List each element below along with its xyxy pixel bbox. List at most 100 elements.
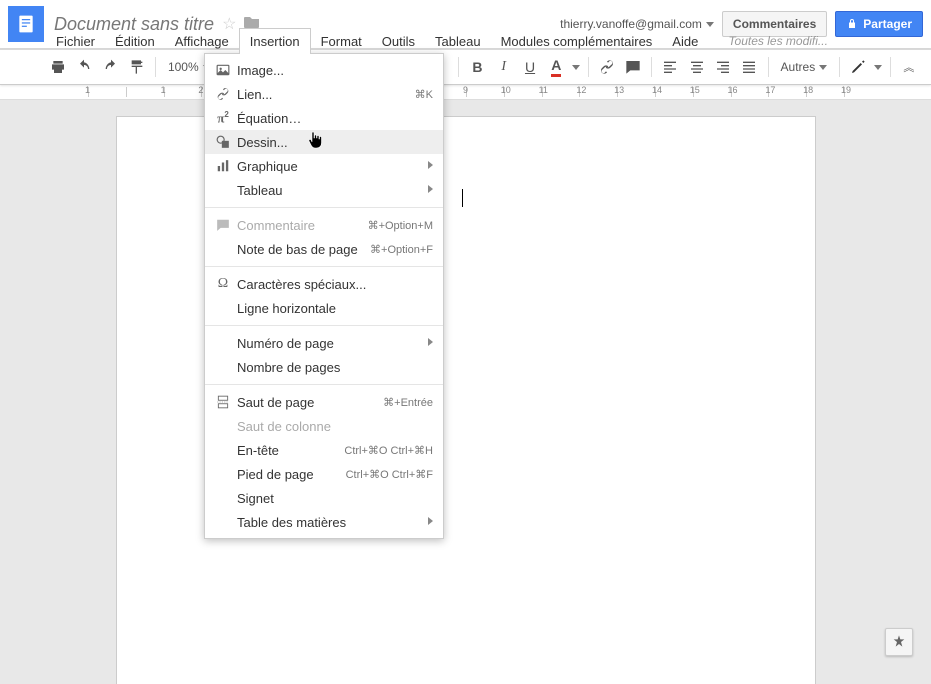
menu-item-label: Commentaire [237, 218, 368, 233]
redo-icon[interactable] [98, 54, 122, 80]
menu-item-label: Saut de page [237, 395, 383, 410]
menu-item-label: Ligne horizontale [237, 301, 433, 316]
menu-item-ligne-horizontale[interactable]: Ligne horizontale [205, 296, 443, 320]
menu-item-pied-de-page[interactable]: Pied de pageCtrl+⌘O Ctrl+⌘F [205, 462, 443, 486]
menu-item-label: Table des matières [237, 515, 428, 530]
print-icon[interactable] [46, 54, 70, 80]
menu-item-quation[interactable]: π2Équation… [205, 106, 443, 130]
ruler-number: 13 [614, 85, 624, 95]
ruler-number: 12 [576, 85, 586, 95]
menu-shortcut: Ctrl+⌘O Ctrl+⌘H [344, 444, 433, 457]
collapse-toolbar-icon[interactable]: ︽ [897, 54, 921, 80]
insertion-dropdown: Image...Lien...⌘Kπ2Équation… Dessin... Gra… [204, 53, 444, 539]
blank-icon [213, 359, 233, 375]
menu-item-label: Numéro de page [237, 336, 428, 351]
menu-item-label: Tableau [237, 183, 428, 198]
ruler-number: 1 [85, 85, 90, 95]
menu-insertion[interactable]: Insertion [239, 28, 311, 54]
menu-item-nombre-de-pages[interactable]: Nombre de pages [205, 355, 443, 379]
ruler: 112345678910111213141516171819 [0, 84, 931, 100]
menu-item-image[interactable]: Image... [205, 58, 443, 82]
align-center-icon[interactable] [685, 54, 709, 80]
menu-item-num-ro-de-page[interactable]: Numéro de page [205, 331, 443, 355]
text-cursor [462, 189, 463, 207]
menu-item-label: Saut de colonne [237, 419, 433, 434]
menu-shortcut: Ctrl+⌘O Ctrl+⌘F [346, 468, 433, 481]
ruler-number: 15 [690, 85, 700, 95]
align-left-icon[interactable] [658, 54, 682, 80]
blank-icon [213, 490, 233, 506]
submenu-arrow-icon [428, 338, 433, 349]
menu-item-tableau[interactable]: Tableau [205, 178, 443, 202]
submenu-arrow-icon [428, 161, 433, 172]
ruler-tick: 16 [731, 87, 769, 97]
ruler-tick [126, 87, 164, 97]
text-color-caret[interactable] [571, 54, 582, 80]
edit-mode-icon[interactable] [846, 54, 870, 80]
menu-item-label: Graphique [237, 159, 428, 174]
toolbar-separator [588, 57, 589, 77]
undo-icon[interactable] [72, 54, 96, 80]
link-icon [213, 86, 233, 102]
ruler-number: 19 [841, 85, 851, 95]
more-label: Autres [781, 60, 816, 74]
align-right-icon[interactable] [711, 54, 735, 80]
menu-item-label: Caractères spéciaux... [237, 277, 433, 292]
bold-icon[interactable]: B [465, 54, 489, 80]
explore-button[interactable] [885, 628, 913, 656]
ruler-tick: 10 [504, 87, 542, 97]
edit-mode-caret[interactable] [873, 54, 884, 80]
image-icon [213, 62, 233, 78]
more-tools[interactable]: Autres [775, 60, 834, 74]
chart-icon [213, 158, 233, 174]
italic-icon[interactable]: I [492, 54, 516, 80]
menu-item-graphique[interactable]: Graphique [205, 154, 443, 178]
text-color-icon[interactable]: A [544, 54, 568, 80]
equation-icon: π2 [213, 110, 233, 126]
toolbar-separator [839, 57, 840, 77]
paint-format-icon[interactable] [125, 54, 149, 80]
blank-icon [213, 335, 233, 351]
caret-down-icon [819, 65, 827, 70]
toolbar-separator [155, 57, 156, 77]
insert-comment-icon[interactable] [621, 54, 645, 80]
menu-shortcut: ⌘+Option+M [368, 219, 433, 232]
menu-item-caract-res-sp-ciaux[interactable]: ΩCaractères spéciaux... [205, 272, 443, 296]
menu-item-signet[interactable]: Signet [205, 486, 443, 510]
menu-item-en-t-te[interactable]: En-têteCtrl+⌘O Ctrl+⌘H [205, 438, 443, 462]
blank-icon [213, 514, 233, 530]
ruler-number: 14 [652, 85, 662, 95]
ruler-tick: 14 [655, 87, 693, 97]
ruler-tick: 15 [693, 87, 731, 97]
menu-item-note-de-bas-de-page[interactable]: Note de bas de page⌘+Option+F [205, 237, 443, 261]
ruler-number: 16 [728, 85, 738, 95]
ruler-tick: 12 [579, 87, 617, 97]
ruler-number: 18 [803, 85, 813, 95]
menu-item-lien[interactable]: Lien...⌘K [205, 82, 443, 106]
ruler-tick: 18 [806, 87, 844, 97]
ruler-tick: 17 [768, 87, 806, 97]
menu-item-label: Pied de page [237, 467, 346, 482]
underline-icon[interactable]: U [518, 54, 542, 80]
ruler-tick: 1 [164, 87, 202, 97]
menu-item-label: Note de bas de page [237, 242, 370, 257]
blank-icon [213, 466, 233, 482]
save-status: Toutes les modifi... [728, 34, 828, 48]
menu-item-label: Dessin... [237, 135, 433, 150]
ruler-tick: 19 [844, 87, 882, 97]
ruler-number: 9 [463, 85, 468, 95]
blank-icon [213, 442, 233, 458]
submenu-arrow-icon [428, 517, 433, 528]
toolbar-separator [890, 57, 891, 77]
menu-item-saut-de-page[interactable]: Saut de page⌘+Entrée [205, 390, 443, 414]
menu-separator [205, 384, 443, 385]
menu-item-dessin[interactable]: Dessin... [205, 130, 443, 154]
menu-item-table-des-mati-res[interactable]: Table des matières [205, 510, 443, 534]
insert-link-icon[interactable] [595, 54, 619, 80]
align-justify-icon[interactable] [737, 54, 761, 80]
blank-icon [213, 241, 233, 257]
ruler-tick: 13 [617, 87, 655, 97]
menu-item-label: En-tête [237, 443, 344, 458]
drawing-icon [213, 134, 233, 150]
menu-item-saut-de-colonne: Saut de colonne [205, 414, 443, 438]
